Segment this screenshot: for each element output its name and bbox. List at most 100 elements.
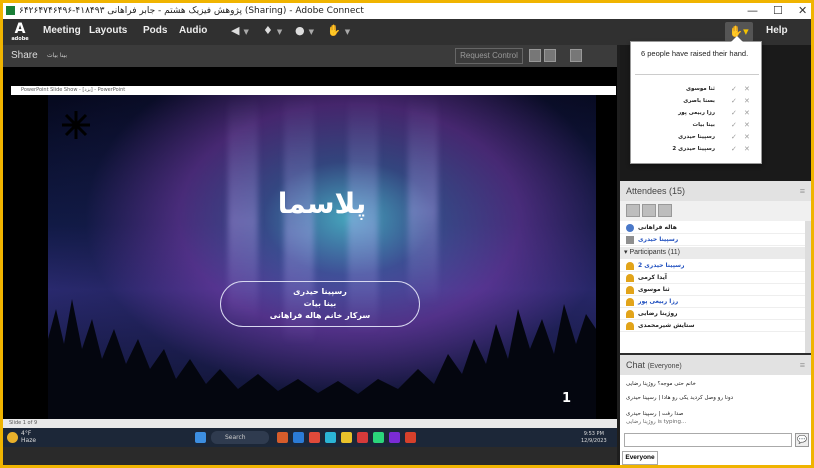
send-icon[interactable]: 💬 [795, 433, 809, 447]
participant-row[interactable]: آیدا کرمی [620, 272, 805, 284]
menu-layouts[interactable]: Layouts [89, 25, 127, 36]
participant-row[interactable]: رزا ربیعی پور [620, 296, 805, 308]
participant-icon [626, 298, 634, 306]
taskbar-app-icon[interactable] [309, 432, 320, 443]
fit-page-icon[interactable] [544, 49, 556, 62]
participants-group-header[interactable]: ▾ Participants (11) [620, 247, 805, 259]
chat-input[interactable] [624, 433, 792, 447]
raised-hand-row: بسنا باصری ✓ ✕ [683, 96, 750, 106]
accept-icon[interactable]: ✓ [731, 120, 737, 130]
participant-row[interactable]: رسپینا حیدری 2 [620, 260, 805, 272]
menu-meeting[interactable]: Meeting [43, 25, 81, 36]
chat-message: خانم حتی موجه؟ روژینا رضایی [626, 381, 696, 387]
attendees-header: Attendees (15) ≡ [620, 181, 811, 201]
accept-icon[interactable]: ✓ [731, 84, 737, 94]
fit-width-icon[interactable] [529, 49, 541, 62]
participant-icon [626, 322, 634, 330]
close-button[interactable]: ✕ [798, 3, 807, 19]
menu-audio[interactable]: Audio [179, 25, 207, 36]
presentation-slide: پلاسما رسپینا حیدری بینا بیات سرکار خانم… [48, 95, 596, 419]
attendee-view-toolbar [620, 201, 811, 221]
menu-help[interactable]: Help [766, 25, 788, 36]
snowflake-icon [62, 111, 90, 139]
fullscreen-icon[interactable] [570, 49, 582, 62]
windows-taskbar: 4°F Haze Search 9:53 PM 12/9/2023 [3, 428, 617, 447]
taskbar-app-icon[interactable] [293, 432, 304, 443]
list-view-icon[interactable] [626, 204, 640, 217]
participant-icon [626, 274, 634, 282]
bottom-bar [3, 447, 617, 465]
participant-icon [626, 262, 634, 270]
raise-hand-icon[interactable]: ✋ ▼ [327, 24, 350, 40]
taskbar-app-icon[interactable] [389, 432, 400, 443]
participant-row[interactable]: ثنا موسوی [620, 284, 805, 296]
host-row[interactable]: هاله فراهانی [620, 222, 805, 234]
chat-header: Chat (Everyone) ≡ [620, 355, 811, 375]
dismiss-icon[interactable]: ✕ [744, 132, 750, 142]
chat-pod: Chat (Everyone) ≡ خانم حتی موجه؟ روژینا … [620, 355, 811, 465]
pod-menu-icon[interactable]: ≡ [800, 181, 805, 201]
raised-hand-row: رسپینا حیدری 2 ✓ ✕ [672, 144, 750, 154]
taskbar-app-icon[interactable] [373, 432, 384, 443]
dismiss-icon[interactable]: ✕ [744, 84, 750, 94]
slide-name-1: رسپینا حیدری [293, 287, 347, 296]
accept-icon[interactable]: ✓ [731, 96, 737, 106]
accept-icon[interactable]: ✓ [731, 132, 737, 142]
menu-pods[interactable]: Pods [143, 25, 167, 36]
speaker-icon[interactable]: ◀ ▼ [231, 24, 249, 40]
powerpoint-title-bar: PowerPoint Slide Show - [یزد] - PowerPoi… [11, 86, 616, 95]
share-pod-header: Share بینا بیات Request Control [3, 45, 617, 67]
dismiss-icon[interactable]: ✕ [744, 144, 750, 154]
attendees-scrollbar[interactable] [805, 221, 811, 353]
host-row[interactable]: رسپینا حیدری [620, 234, 805, 246]
raised-hand-row: بینا بیات ✓ ✕ [692, 120, 750, 130]
maximize-button[interactable]: ☐ [773, 3, 783, 19]
accept-icon[interactable]: ✓ [731, 144, 737, 154]
dismiss-icon[interactable]: ✕ [744, 96, 750, 106]
raised-hands-title: 6 people have raised their hand. [641, 49, 749, 58]
raised-hand-row: ثنا موسوی ✓ ✕ [685, 84, 750, 94]
adobe-logo: Aadobe [11, 21, 29, 42]
sort-icon[interactable] [658, 204, 672, 217]
slide-name-2: بینا بیات [303, 299, 337, 308]
start-icon[interactable] [195, 432, 206, 443]
taskbar-app-icon[interactable] [325, 432, 336, 443]
host-icon [626, 224, 634, 232]
window-title: ۶۴۲۶۴۷۴۶۴۹۶-۴۱۸۴۹۳ پژوهش فیزیک هشتم - جا… [19, 6, 364, 16]
accept-icon[interactable]: ✓ [731, 108, 737, 118]
weather-icon[interactable] [7, 432, 18, 443]
app-icon [6, 6, 15, 15]
participant-icon [626, 286, 634, 294]
taskbar-clock[interactable]: 9:53 PM 12/9/2023 [581, 431, 607, 445]
taskbar-app-icon[interactable] [405, 432, 416, 443]
attendees-pod: Attendees (15) ≡ هاله فراهانی رسپینا حید… [620, 181, 811, 353]
microphone-icon[interactable]: ♦ ▼ [263, 24, 282, 40]
dismiss-icon[interactable]: ✕ [744, 108, 750, 118]
app-window: ۶۴۲۶۴۷۴۶۴۹۶-۴۱۸۴۹۳ پژوهش فیزیک هشتم - جا… [3, 3, 811, 465]
participant-row[interactable]: ستایش شیرمحمدی [620, 320, 805, 332]
presenter-icon [626, 236, 634, 244]
request-control-button[interactable]: Request Control [455, 48, 523, 64]
share-pod-title: Share [11, 50, 38, 61]
presenter-name: بینا بیات [47, 52, 67, 59]
dismiss-icon[interactable]: ✕ [744, 120, 750, 130]
camera-icon[interactable]: ● ▼ [295, 24, 314, 40]
raised-hand-row: رسپینا حیدری ✓ ✕ [678, 132, 750, 142]
taskbar-app-icon[interactable] [277, 432, 288, 443]
participant-row[interactable]: روژینا رضایی [620, 308, 805, 320]
chat-message: دونا رو وصل کردید یکی رو هادا | رسپینا ح… [626, 395, 734, 401]
pod-menu-icon[interactable]: ≡ [800, 355, 805, 375]
slide-name-3: سرکار خانم هاله فراهانی [269, 311, 371, 320]
weather-widget[interactable]: 4°F Haze [21, 430, 36, 444]
chat-tab-everyone[interactable]: Everyone [622, 451, 658, 465]
minimize-button[interactable]: — [747, 3, 758, 19]
taskbar-app-icon[interactable] [357, 432, 368, 443]
taskbar-search[interactable]: Search [211, 431, 269, 444]
slide-title: پلاسما [277, 187, 367, 220]
title-bar: ۶۴۲۶۴۷۴۶۴۹۶-۴۱۸۴۹۳ پژوهش فیزیک هشتم - جا… [3, 3, 811, 19]
chat-message: صدا رفت | رسپینا حیدری [626, 411, 684, 417]
grid-view-icon[interactable] [642, 204, 656, 217]
raised-hand-row: رزا ربیعی پور ✓ ✕ [678, 108, 750, 118]
typing-indicator: روژینا رضایی is typing... [626, 419, 687, 425]
taskbar-app-icon[interactable] [341, 432, 352, 443]
